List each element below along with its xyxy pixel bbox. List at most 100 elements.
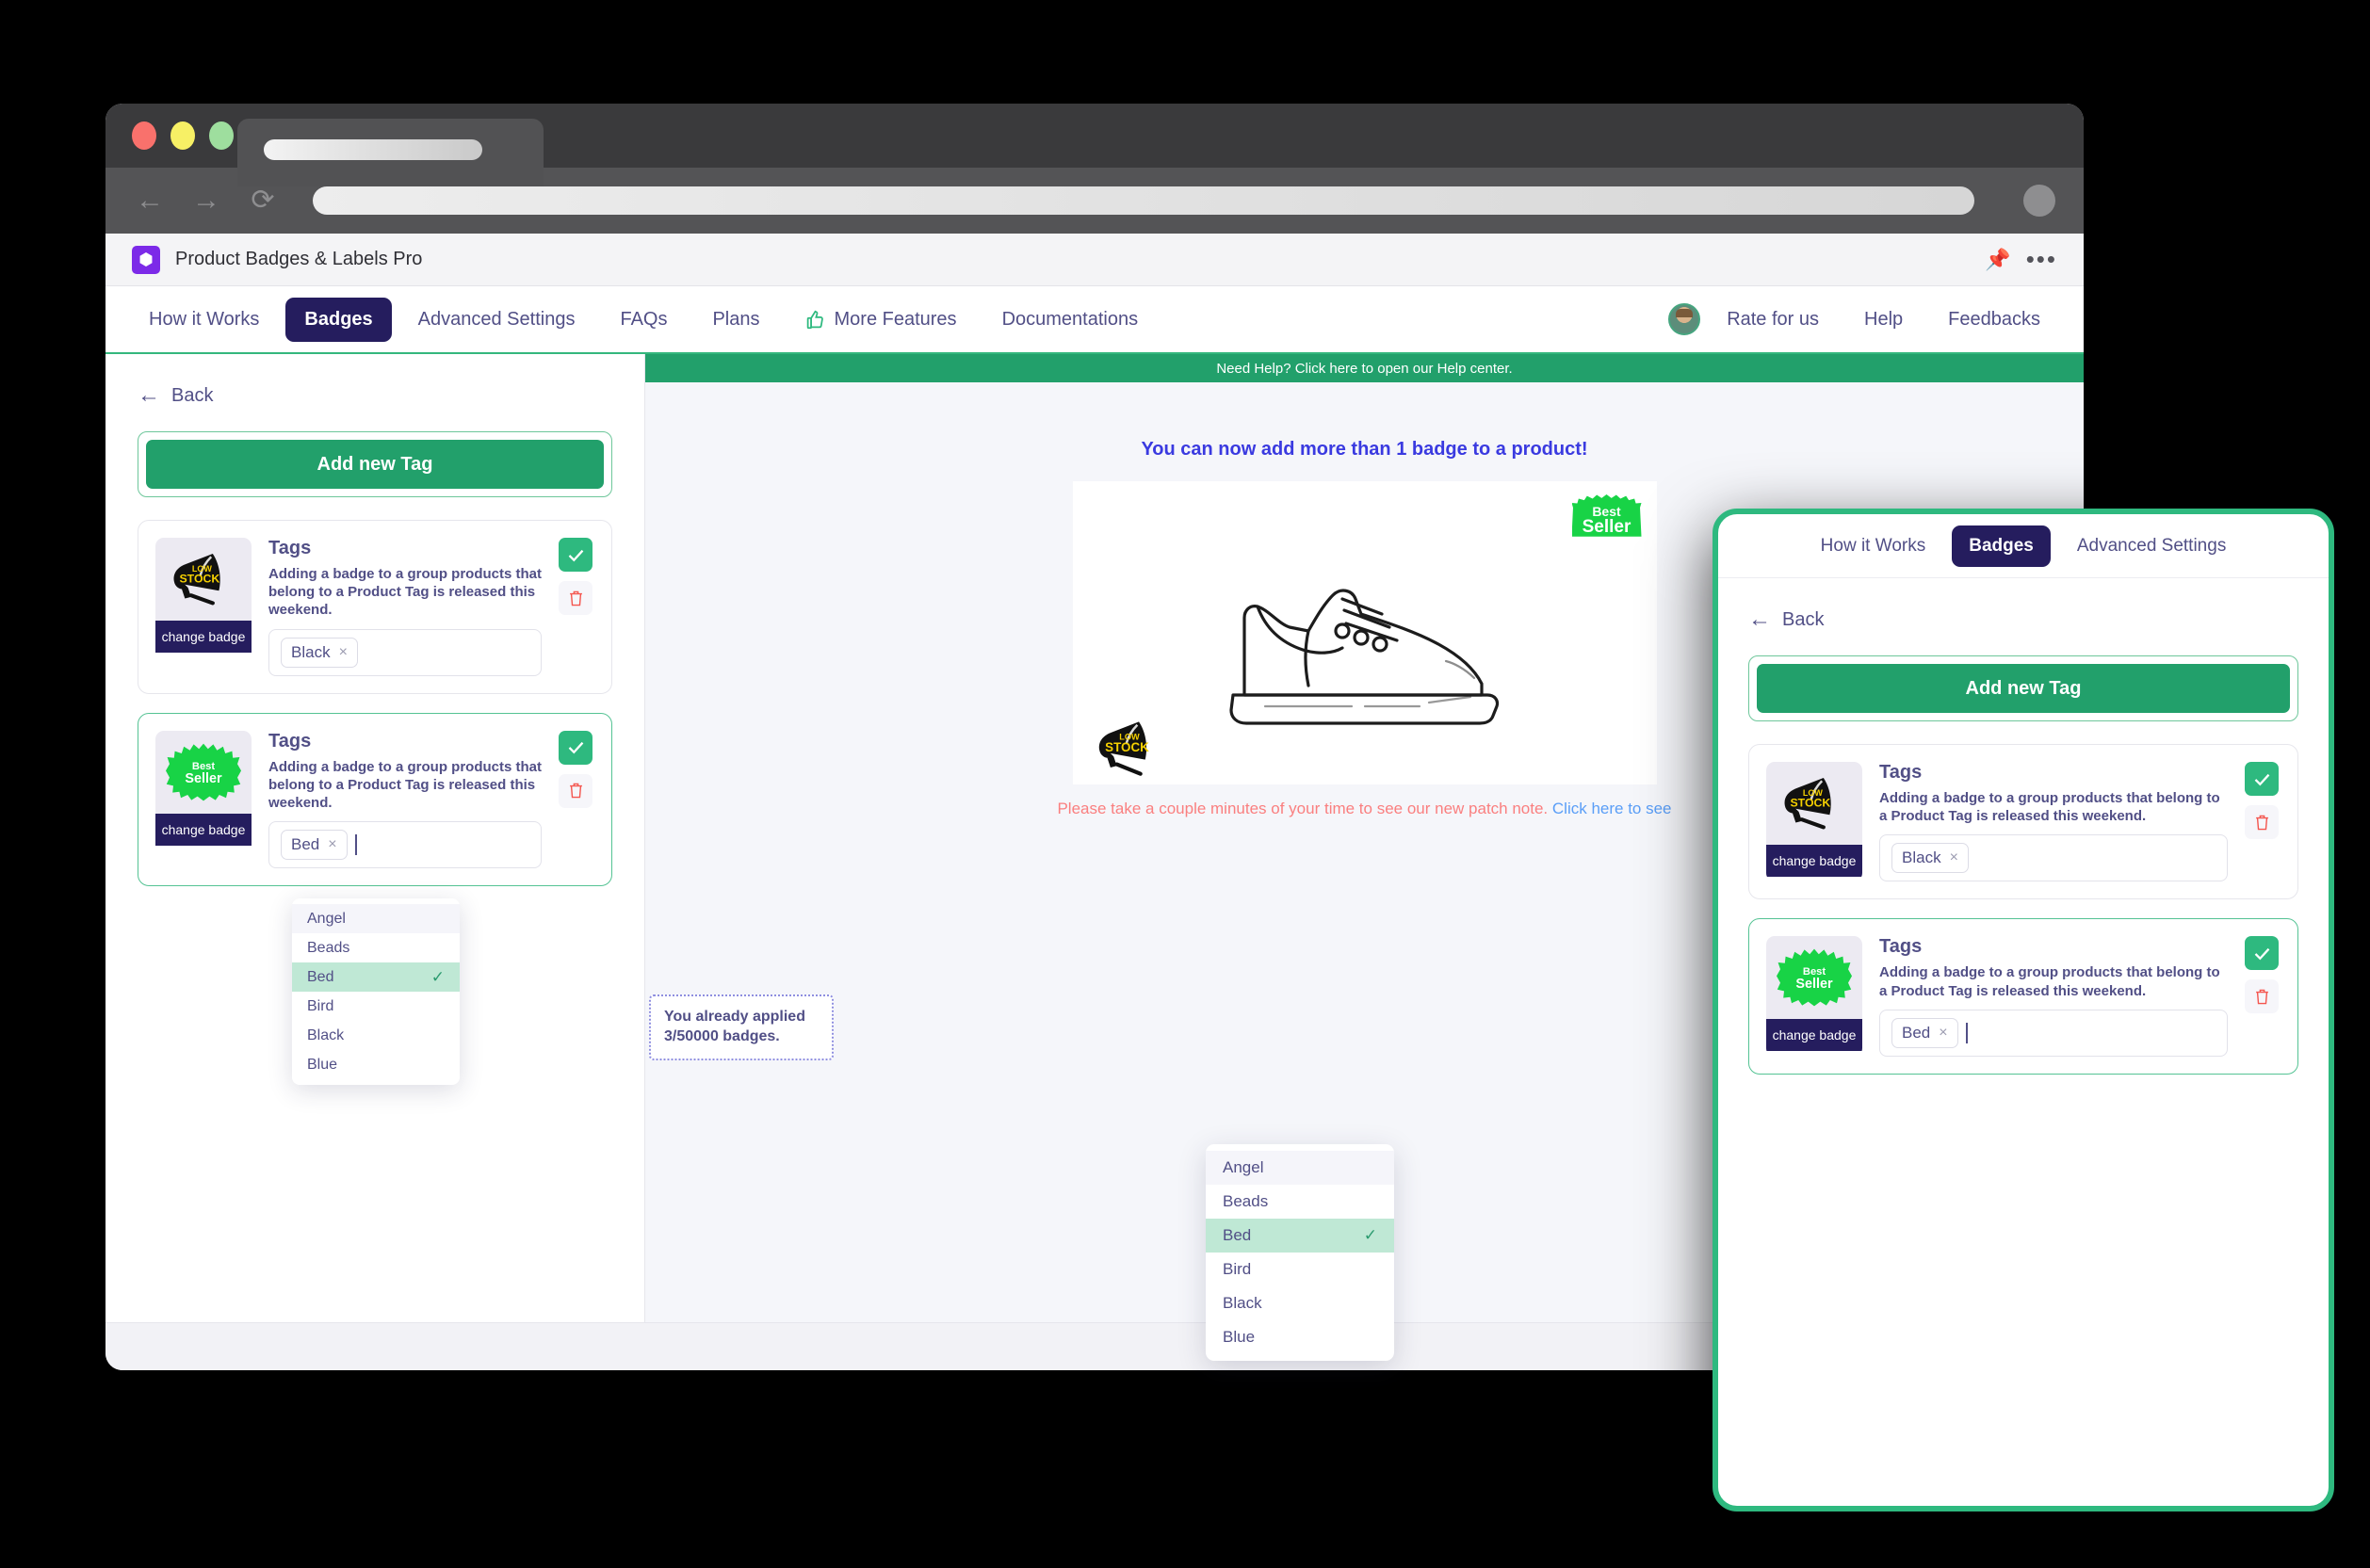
- mobile-tag-chip[interactable]: Bed ×: [1891, 1017, 1958, 1048]
- minimize-window-button[interactable]: [170, 121, 195, 150]
- enable-badge-checkbox[interactable]: [559, 538, 592, 572]
- nav-item-help[interactable]: Help: [1845, 298, 1922, 342]
- tag-card[interactable]: LOW STOCK change badge Tags Adding a bad…: [138, 520, 612, 694]
- mobile-dropdown-option-blue[interactable]: Blue: [1206, 1320, 1394, 1354]
- app-logo-icon: [132, 245, 160, 274]
- mobile-dropdown-option-bird[interactable]: Bird: [1206, 1253, 1394, 1286]
- mobile-tag-chip[interactable]: Black ×: [1891, 843, 1969, 874]
- mobile-change-badge-button[interactable]: change badge: [1766, 845, 1862, 877]
- browser-tab[interactable]: [237, 119, 544, 186]
- delete-badge-button[interactable]: [559, 773, 592, 808]
- mobile-tag-card-description: Adding a badge to a group products that …: [1879, 964, 2220, 999]
- mobile-nav-item-badges[interactable]: Badges: [1952, 525, 2051, 567]
- tag-chip[interactable]: Black ×: [281, 637, 358, 668]
- nav-item-faqs[interactable]: FAQs: [601, 298, 686, 342]
- change-badge-button[interactable]: change badge: [155, 813, 252, 846]
- mobile-tag-card-description: Adding a badge to a group products that …: [1879, 790, 2220, 825]
- nav-item-badges[interactable]: Badges: [285, 297, 392, 342]
- mobile-tag-chip-label: Black: [1902, 849, 1941, 867]
- maximize-window-button[interactable]: [209, 121, 234, 150]
- pin-icon[interactable]: 📌: [1985, 248, 2010, 272]
- back-button[interactable]: ← Back: [138, 382, 612, 409]
- nav-item-more-features[interactable]: More Features: [787, 298, 976, 342]
- mobile-nav-item-how-it-works[interactable]: How it Works: [1804, 525, 1943, 567]
- nav-item-rate-for-us[interactable]: Rate for us: [1708, 298, 1838, 342]
- mobile-nav-item-advanced-settings[interactable]: Advanced Settings: [2060, 525, 2243, 567]
- delete-badge-button[interactable]: [559, 581, 592, 615]
- tag-input[interactable]: Bed ×: [268, 821, 542, 869]
- tag-card[interactable]: Best Seller change badge Tags Adding a b…: [138, 712, 612, 887]
- mobile-back-button[interactable]: ← Back: [1748, 606, 2298, 633]
- remove-chip-icon[interactable]: ×: [339, 644, 348, 661]
- remove-chip-icon[interactable]: ×: [328, 836, 336, 853]
- tag-card-title: Tags: [268, 730, 312, 752]
- svg-text:STOCK: STOCK: [1790, 796, 1830, 809]
- dropdown-option-bed[interactable]: Bed ✓: [292, 962, 460, 992]
- patch-note-link[interactable]: Click here to see: [1552, 800, 1672, 817]
- nav-item-plans[interactable]: Plans: [693, 298, 778, 342]
- nav-item-documentations[interactable]: Documentations: [983, 298, 1158, 342]
- mobile-dropdown-option-black[interactable]: Black: [1206, 1286, 1394, 1320]
- dropdown-option-label: Angel: [307, 910, 346, 927]
- mobile-tag-input[interactable]: Black ×: [1879, 834, 2228, 882]
- remove-chip-icon[interactable]: ×: [1939, 1025, 1947, 1042]
- check-icon: ✓: [1363, 1226, 1377, 1244]
- dropdown-option-angel[interactable]: Angel: [292, 904, 460, 933]
- nav-item-how-it-works[interactable]: How it Works: [130, 298, 278, 342]
- dropdown-option-label: Angel: [1223, 1158, 1264, 1176]
- tag-card-actions: [559, 730, 594, 869]
- nav-item-advanced-settings[interactable]: Advanced Settings: [399, 298, 594, 342]
- dropdown-option-label: Black: [307, 1026, 345, 1043]
- change-badge-button[interactable]: change badge: [155, 621, 252, 653]
- dropdown-option-blue[interactable]: Blue: [292, 1050, 460, 1079]
- mobile-delete-badge-button[interactable]: [2245, 979, 2279, 1014]
- forward-icon[interactable]: →: [190, 185, 222, 217]
- dropdown-option-label: Bed: [307, 968, 334, 985]
- address-bar[interactable]: [313, 186, 1974, 215]
- avatar-icon[interactable]: [1668, 303, 1701, 335]
- mobile-tag-input[interactable]: Bed ×: [1879, 1009, 2228, 1057]
- more-dots-icon[interactable]: •••: [2026, 245, 2057, 274]
- dropdown-option-black[interactable]: Black: [292, 1021, 460, 1050]
- mobile-tag-card[interactable]: LOW STOCK change badge Tags Adding a bad…: [1748, 744, 2298, 900]
- dropdown-option-bird[interactable]: Bird: [292, 992, 460, 1021]
- badge-thumbnail[interactable]: LOW STOCK change badge: [155, 538, 252, 676]
- dropdown-option-label: Beads: [307, 939, 350, 956]
- help-banner[interactable]: Need Help? Click here to open our Help c…: [645, 354, 2084, 382]
- add-new-tag-button[interactable]: Add new Tag: [146, 440, 604, 489]
- mobile-dropdown-option-angel[interactable]: Angel: [1206, 1151, 1394, 1185]
- arrow-left-icon: ←: [138, 382, 160, 408]
- nav-item-feedbacks[interactable]: Feedbacks: [1929, 298, 2059, 342]
- tag-options-dropdown[interactable]: Angel Beads Bed ✓ Bird Black Blue: [292, 898, 460, 1085]
- back-icon[interactable]: ←: [134, 185, 166, 217]
- mobile-enable-badge-checkbox[interactable]: [2245, 762, 2279, 796]
- mobile-dropdown-option-bed[interactable]: Bed ✓: [1206, 1219, 1394, 1253]
- browser-titlebar: [106, 104, 2084, 186]
- badge-thumbnail[interactable]: Best Seller change badge: [155, 730, 252, 869]
- enable-badge-checkbox[interactable]: [559, 730, 592, 765]
- mobile-badge-thumbnail[interactable]: Best Seller change badge: [1766, 936, 1862, 1056]
- mobile-change-badge-button[interactable]: change badge: [1766, 1019, 1862, 1052]
- reload-icon[interactable]: ⟳: [247, 185, 279, 217]
- dropdown-option-label: Bird: [1223, 1260, 1252, 1278]
- mobile-delete-badge-button[interactable]: [2245, 805, 2279, 839]
- dropdown-option-beads[interactable]: Beads: [292, 933, 460, 962]
- window-controls[interactable]: [132, 121, 234, 150]
- mobile-tag-card-actions: [2245, 762, 2281, 881]
- close-window-button[interactable]: [132, 121, 156, 150]
- best-seller-starburst-icon: Best Seller: [155, 730, 252, 814]
- browser-profile-avatar[interactable]: [2023, 185, 2055, 217]
- mobile-dropdown-option-beads[interactable]: Beads: [1206, 1185, 1394, 1219]
- badge-counter: You already applied 3/50000 badges.: [649, 994, 834, 1060]
- mobile-add-new-tag-button[interactable]: Add new Tag: [1757, 664, 2290, 713]
- tag-input[interactable]: Black ×: [268, 628, 542, 676]
- mobile-tag-card[interactable]: Best Seller change badge Tags Adding a b…: [1748, 918, 2298, 1075]
- app-title: Product Badges & Labels Pro: [175, 249, 423, 269]
- mobile-badge-thumbnail[interactable]: LOW STOCK change badge: [1766, 762, 1862, 881]
- mobile-preview-panel: How it Works Badges Advanced Settings ← …: [1713, 509, 2334, 1511]
- remove-chip-icon[interactable]: ×: [1950, 849, 1958, 866]
- tag-chip[interactable]: Bed ×: [281, 830, 348, 861]
- mobile-tag-options-dropdown[interactable]: Angel Beads Bed ✓ Bird Black Blue: [1206, 1144, 1394, 1361]
- mobile-enable-badge-checkbox[interactable]: [2245, 936, 2279, 971]
- mobile-tag-card-content: Tags Adding a badge to a group products …: [1879, 936, 2228, 1057]
